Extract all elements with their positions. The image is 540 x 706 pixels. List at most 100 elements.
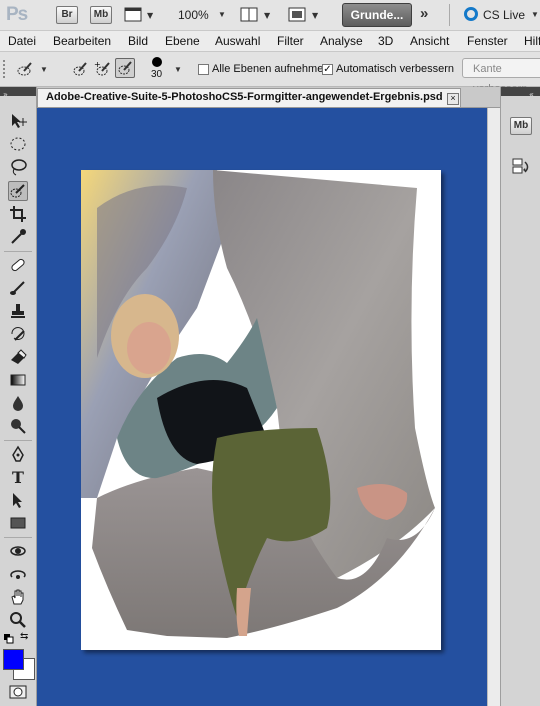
quick-selection-tool[interactable] <box>8 181 28 201</box>
zoom-tool[interactable] <box>8 610 28 630</box>
type-tool[interactable]: T <box>8 467 28 487</box>
document-tab[interactable]: Adobe-Creative-Suite-5-PhotoshoCS5-Formg… <box>37 88 461 107</box>
add-to-selection-button[interactable]: + <box>93 59 113 79</box>
canvas-area[interactable] <box>37 108 487 706</box>
brush-tool[interactable] <box>8 278 28 298</box>
cs-live-icon[interactable] <box>464 7 478 21</box>
launch-bridge-button[interactable]: Br <box>56 6 78 24</box>
subtract-selection-brush-icon <box>118 61 132 75</box>
brush-picker-dropdown-icon[interactable]: ▼ <box>174 65 182 74</box>
blur-tool[interactable] <box>8 393 28 413</box>
screen-mode-button[interactable]: ▼ <box>288 6 322 27</box>
history-brush-icon <box>11 327 25 341</box>
options-bar: ▼ + 30 ▼ Alle Ebenen aufnehmen ✓ Automat… <box>0 52 540 95</box>
zoom-level[interactable]: 100% <box>178 8 209 22</box>
subtract-from-selection-button[interactable] <box>115 58 135 78</box>
quick-selection-preset-icon <box>17 62 32 76</box>
shape-tool[interactable] <box>8 513 28 533</box>
dock-header[interactable]: « <box>501 87 540 99</box>
dodge-tool[interactable] <box>8 416 28 436</box>
eraser-icon <box>11 349 27 364</box>
close-tab-icon[interactable]: × <box>447 93 459 105</box>
document-canvas[interactable] <box>37 108 487 706</box>
eyedropper-icon <box>11 229 26 244</box>
foreground-color-swatch[interactable] <box>3 649 24 670</box>
menu-auswahl[interactable]: Auswahl <box>215 34 260 48</box>
menu-hilfe[interactable]: Hilfe <box>524 34 540 48</box>
3d-orbit-icon <box>10 570 26 579</box>
more-workspaces-icon[interactable]: » <box>420 5 428 22</box>
appbar-divider <box>449 4 450 26</box>
menu-datei[interactable]: Datei <box>8 34 36 48</box>
workspace-switcher-button[interactable]: Grunde... <box>342 3 412 27</box>
menu-analyse[interactable]: Analyse <box>320 34 363 48</box>
menu-bild[interactable]: Bild <box>128 34 148 48</box>
expand-panels-icon: « <box>529 90 534 99</box>
rectangle-shape-icon <box>10 517 26 529</box>
stamp-icon <box>11 304 25 318</box>
collapse-panel-icon: » <box>3 90 8 99</box>
default-colors-button[interactable] <box>4 633 14 647</box>
menu-filter[interactable]: Filter <box>277 34 304 48</box>
gradient-icon <box>10 374 26 386</box>
arrange-documents-button[interactable]: ▼ <box>240 6 274 27</box>
menu-ansicht[interactable]: Ansicht <box>410 34 449 48</box>
crop-icon <box>10 206 26 222</box>
swap-colors-icon[interactable]: ⇆ <box>20 631 28 642</box>
healing-brush-tool[interactable] <box>8 255 28 275</box>
cs-live-dropdown-icon[interactable]: ▼ <box>531 10 539 19</box>
move-tool[interactable] <box>8 111 28 131</box>
sample-all-layers-checkbox[interactable] <box>198 64 209 75</box>
type-icon: T <box>12 468 24 486</box>
pen-tool[interactable] <box>8 444 28 464</box>
svg-text:T: T <box>12 468 24 486</box>
launch-mini-bridge-button[interactable]: Mb <box>90 6 112 24</box>
3d-orbit-tool[interactable] <box>8 564 28 584</box>
default-colors-icon <box>4 634 14 644</box>
quick-selection-icon <box>10 184 25 198</box>
menu-3d[interactable]: 3D <box>378 34 393 48</box>
brush-icon <box>10 281 25 295</box>
tools-separator <box>4 440 32 441</box>
gradient-tool[interactable] <box>8 370 28 390</box>
quick-mask-button[interactable] <box>9 685 27 702</box>
refine-edge-button[interactable]: Kante verbessern <box>462 58 540 95</box>
tools-separator <box>4 251 32 252</box>
tools-panel-header[interactable]: » <box>0 87 36 99</box>
menu-bearbeiten[interactable]: Bearbeiten <box>53 34 111 48</box>
marquee-tool[interactable] <box>8 134 28 154</box>
auto-enhance-checkbox[interactable]: ✓ <box>322 64 333 75</box>
new-selection-button[interactable] <box>70 59 90 79</box>
history-brush-tool[interactable] <box>8 324 28 344</box>
cs-live-button[interactable]: CS Live <box>483 8 525 22</box>
clone-stamp-tool[interactable] <box>8 301 28 321</box>
zoom-dropdown-icon[interactable]: ▼ <box>218 10 226 19</box>
vertical-scrollbar[interactable] <box>487 108 501 706</box>
history-panel-button[interactable] <box>511 157 531 180</box>
lasso-tool[interactable] <box>8 157 28 177</box>
svg-text:▼: ▼ <box>264 11 271 20</box>
brush-tip-icon[interactable] <box>152 57 162 67</box>
svg-text:▼: ▼ <box>312 11 319 20</box>
right-panel-dock: « Mb <box>500 87 540 706</box>
menu-fenster[interactable]: Fenster <box>467 34 508 48</box>
view-extras-button[interactable]: ▼ <box>124 6 156 27</box>
hand-icon <box>11 589 24 605</box>
svg-text:«: « <box>529 90 534 98</box>
path-selection-icon <box>13 493 22 508</box>
move-icon <box>12 114 27 128</box>
eraser-tool[interactable] <box>8 347 28 367</box>
3d-rotate-tool[interactable] <box>8 541 28 561</box>
hand-tool[interactable] <box>8 587 28 607</box>
sample-all-layers-label: Alle Ebenen aufnehmen <box>212 63 330 75</box>
elliptical-marquee-icon <box>10 137 26 151</box>
svg-text:▼: ▼ <box>147 11 154 20</box>
mini-bridge-panel-button[interactable]: Mb <box>510 117 532 135</box>
tool-preset-dropdown-icon[interactable]: ▼ <box>40 65 48 74</box>
eyedropper-tool[interactable] <box>8 227 28 247</box>
crop-tool[interactable] <box>8 204 28 224</box>
menu-ebene[interactable]: Ebene <box>165 34 200 48</box>
options-bar-grip[interactable] <box>3 60 8 78</box>
path-selection-tool[interactable] <box>8 490 28 510</box>
tool-preset-picker[interactable] <box>14 59 34 79</box>
